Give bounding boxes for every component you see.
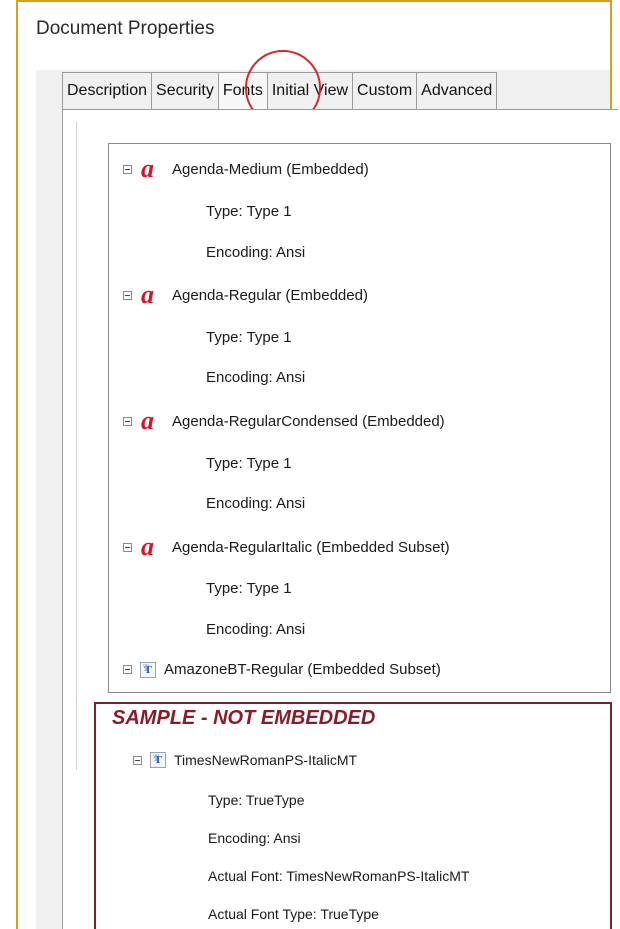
svg-text:a: a <box>141 409 154 433</box>
actual-font: Actual Font: TimesNewRomanPS-ItalicMT <box>208 868 470 884</box>
font-name: Agenda-Medium (Embedded) <box>172 160 369 178</box>
font-item[interactable]: a Agenda-RegularCondensed (Embedded) <box>123 409 445 433</box>
type1-font-icon: a <box>141 535 154 559</box>
font-name: Agenda-RegularItalic (Embedded Subset) <box>172 538 450 556</box>
font-encoding: Encoding: Ansi <box>206 495 306 512</box>
sample-title: SAMPLE - NOT EMBEDDED <box>112 707 376 729</box>
font-type: Type: Type 1 <box>206 455 292 472</box>
collapse-icon[interactable] <box>123 665 132 674</box>
collapse-icon[interactable] <box>123 416 132 426</box>
tab-advanced[interactable]: Advanced <box>416 72 498 109</box>
type1-font-icon: a <box>141 157 154 181</box>
font-name: Agenda-Regular (Embedded) <box>172 286 368 304</box>
truetype-font-icon: TT <box>140 661 156 678</box>
collapse-icon[interactable] <box>123 164 132 174</box>
font-encoding: Encoding: Ansi <box>206 244 306 261</box>
svg-text:a: a <box>141 283 154 307</box>
type1-font-icon: a <box>141 283 154 307</box>
tab-description[interactable]: Description <box>62 72 153 109</box>
svg-text:a: a <box>141 157 154 181</box>
font-item[interactable]: a Agenda-Regular (Embedded) <box>123 283 368 307</box>
font-encoding: Encoding: Ansi <box>208 830 301 846</box>
font-type: Type: Type 1 <box>206 329 292 346</box>
font-type: Type: Type 1 <box>206 580 292 597</box>
font-encoding: Encoding: Ansi <box>206 621 306 638</box>
font-item[interactable]: a Agenda-RegularItalic (Embedded Subset) <box>123 535 450 559</box>
truetype-font-icon: TT <box>150 752 166 768</box>
collapse-icon[interactable] <box>123 290 132 300</box>
font-name: AmazoneBT-Regular (Embedded Subset) <box>164 661 441 678</box>
collapse-icon[interactable] <box>133 755 142 765</box>
font-name: TimesNewRomanPS-ItalicMT <box>174 752 358 768</box>
font-item[interactable]: TT AmazoneBT-Regular (Embedded Subset) <box>123 661 441 678</box>
dialog-title: Document Properties <box>36 18 215 39</box>
svg-text:a: a <box>141 535 154 559</box>
collapse-icon[interactable] <box>123 542 132 552</box>
font-item[interactable]: TT TimesNewRomanPS-ItalicMT <box>133 752 357 768</box>
font-type: Type: TrueType <box>208 792 305 808</box>
font-encoding: Encoding: Ansi <box>206 369 306 386</box>
sample-not-embedded-box <box>94 702 612 929</box>
font-type: Type: Type 1 <box>206 203 292 220</box>
type1-font-icon: a <box>141 409 154 433</box>
tab-custom[interactable]: Custom <box>352 72 418 109</box>
font-item[interactable]: a Agenda-Medium (Embedded) <box>123 157 369 181</box>
actual-font-type: Actual Font Type: TrueType <box>208 906 379 922</box>
font-name: Agenda-RegularCondensed (Embedded) <box>172 412 445 430</box>
tab-security[interactable]: Security <box>151 72 219 109</box>
